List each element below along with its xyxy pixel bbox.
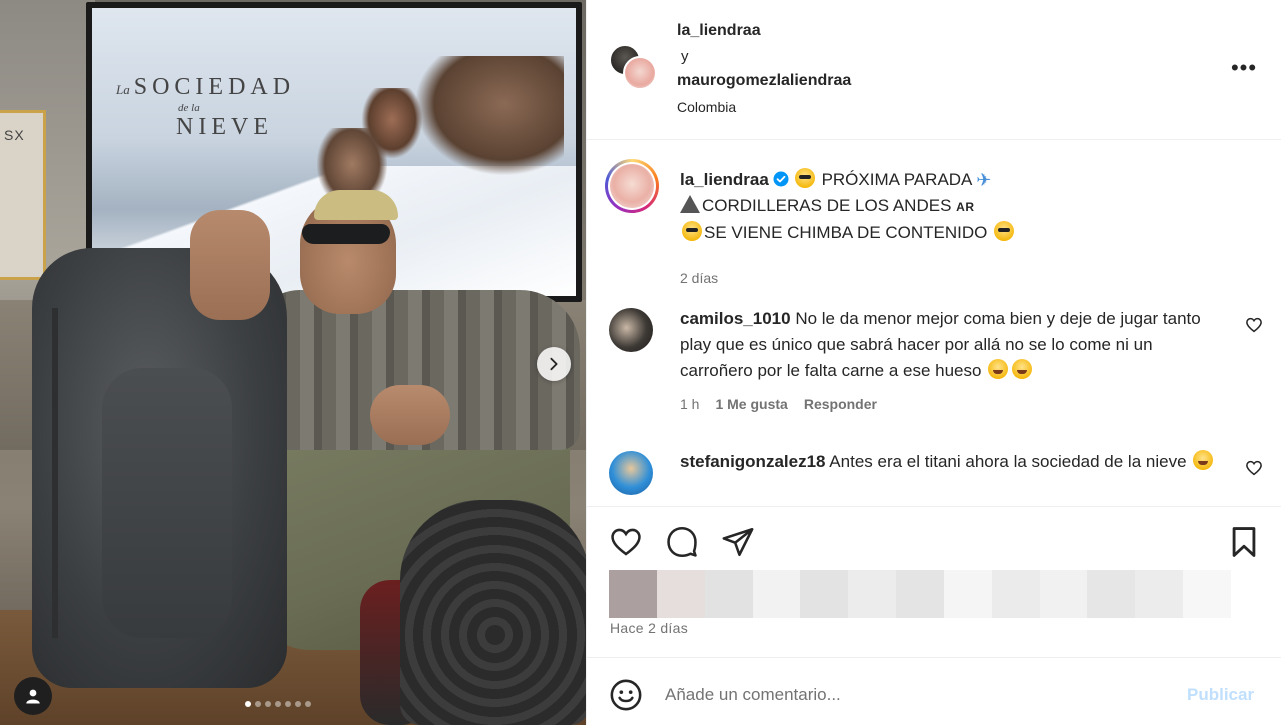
caption-username[interactable]: la_liendraa: [680, 170, 769, 189]
heart-icon[interactable]: [1245, 316, 1263, 334]
shelf: SX: [0, 110, 46, 280]
comment-username[interactable]: stefanigonzalez18: [680, 452, 826, 471]
poster-title-dela: de la: [178, 101, 200, 114]
carousel-dot: [245, 701, 251, 707]
comment-meta: 1 h 1 Me gusta Responder: [680, 396, 877, 412]
laughing-emoji-icon: [988, 359, 1009, 379]
bookmark-icon[interactable]: [1227, 525, 1261, 559]
carousel-indicator: [245, 701, 311, 707]
post-media[interactable]: SX La SOCIEDAD de la NIEVE: [0, 0, 586, 725]
verified-badge-icon: [773, 171, 789, 187]
airplane-emoji-icon: ✈: [976, 170, 992, 190]
laughing-emoji-icon: [1012, 359, 1033, 379]
poster-title-la: La: [116, 82, 130, 97]
flag-argentina-icon: AR: [956, 200, 975, 214]
sunglasses: [302, 224, 390, 244]
comment-bubble-icon[interactable]: [665, 525, 699, 559]
post-header: la_liendraa y maurogomezlaliendraa Colom…: [587, 0, 1281, 140]
avatar[interactable]: [609, 308, 653, 352]
collab-avatars[interactable]: [609, 44, 657, 92]
avatar[interactable]: [623, 56, 657, 90]
poster-title-nieve: NIEVE: [176, 114, 273, 141]
comment-input[interactable]: [665, 682, 1175, 708]
avatar[interactable]: [609, 451, 653, 495]
author-username[interactable]: la_liendraa: [677, 22, 761, 40]
emoji-picker-icon[interactable]: [609, 678, 643, 712]
sunglasses-emoji-icon: [994, 221, 1015, 241]
carousel-dot: [305, 701, 311, 707]
tagged-users-button[interactable]: [14, 677, 52, 715]
sunglasses-emoji-icon: [682, 221, 702, 241]
caption-line1: PRÓXIMA PARADA: [821, 170, 972, 189]
comment-body: Antes era el titani ahora la sociedad de…: [829, 452, 1187, 471]
carousel-dot: [255, 701, 261, 707]
carousel-dot: [275, 701, 281, 707]
chevron-right-icon: [550, 357, 558, 371]
comment-likes[interactable]: 1 Me gusta: [715, 396, 787, 412]
person-arm: [190, 210, 270, 320]
backpack-strap: [52, 308, 58, 638]
likes-summary-blurred[interactable]: [609, 570, 1231, 618]
person-hand: [370, 385, 450, 445]
poster-title-sociedad: SOCIEDAD: [133, 74, 296, 100]
collab-conjunction: y: [681, 48, 689, 65]
carousel-next-button[interactable]: [537, 347, 571, 381]
heart-icon[interactable]: [1245, 459, 1263, 477]
more-icon: •••: [1230, 55, 1258, 80]
comment-username[interactable]: camilos_1010: [680, 309, 791, 328]
laughing-emoji-icon: [1193, 450, 1214, 470]
caption-line3: SE VIENE CHIMBA DE CONTENIDO: [704, 223, 988, 242]
post-date[interactable]: Hace 2 días: [610, 620, 688, 636]
caption-timestamp[interactable]: 2 días: [680, 270, 718, 286]
comments-section[interactable]: la_liendraa PRÓXIMA PARADA ✈ CORDILLERAS…: [587, 141, 1281, 506]
poster-figure: [414, 56, 564, 176]
user-icon: [26, 689, 40, 704]
shoe-sole: [400, 500, 586, 725]
sunglasses-emoji-icon: [794, 168, 815, 188]
mountain-emoji-icon: [680, 195, 700, 213]
backpack-pocket: [102, 368, 232, 638]
add-comment-bar: Publicar: [587, 657, 1281, 725]
share-paper-plane-icon[interactable]: [721, 525, 755, 559]
comment-text: stefanigonzalez18 Antes era el titani ah…: [680, 449, 1228, 475]
comment-text: camilos_1010 No le da menor mejor coma b…: [680, 306, 1228, 384]
person-hair: [314, 190, 398, 220]
like-heart-icon[interactable]: [609, 525, 643, 559]
poster-title: La SOCIEDAD de la NIEVE: [116, 74, 295, 142]
carousel-dot: [295, 701, 301, 707]
caption-text: la_liendraa PRÓXIMA PARADA ✈ CORDILLERAS…: [680, 167, 1240, 246]
carousel-dot: [265, 701, 271, 707]
caption-line2: CORDILLERAS DE LOS ANDES: [702, 196, 952, 215]
post-sidebar: la_liendraa y maurogomezlaliendraa Colom…: [586, 0, 1281, 725]
shelf-label: SX: [4, 127, 25, 143]
carousel-dot: [285, 701, 291, 707]
more-options-button[interactable]: •••: [1229, 55, 1259, 80]
post-actions: Hace 2 días: [587, 506, 1281, 656]
collaborator-username[interactable]: maurogomezlaliendraa: [677, 72, 851, 90]
story-avatar[interactable]: [605, 159, 659, 213]
location-link[interactable]: Colombia: [677, 99, 736, 115]
comment-time[interactable]: 1 h: [680, 396, 699, 412]
reply-button[interactable]: Responder: [804, 396, 877, 412]
post-comment-button[interactable]: Publicar: [1187, 685, 1254, 705]
avatar: [610, 164, 654, 208]
